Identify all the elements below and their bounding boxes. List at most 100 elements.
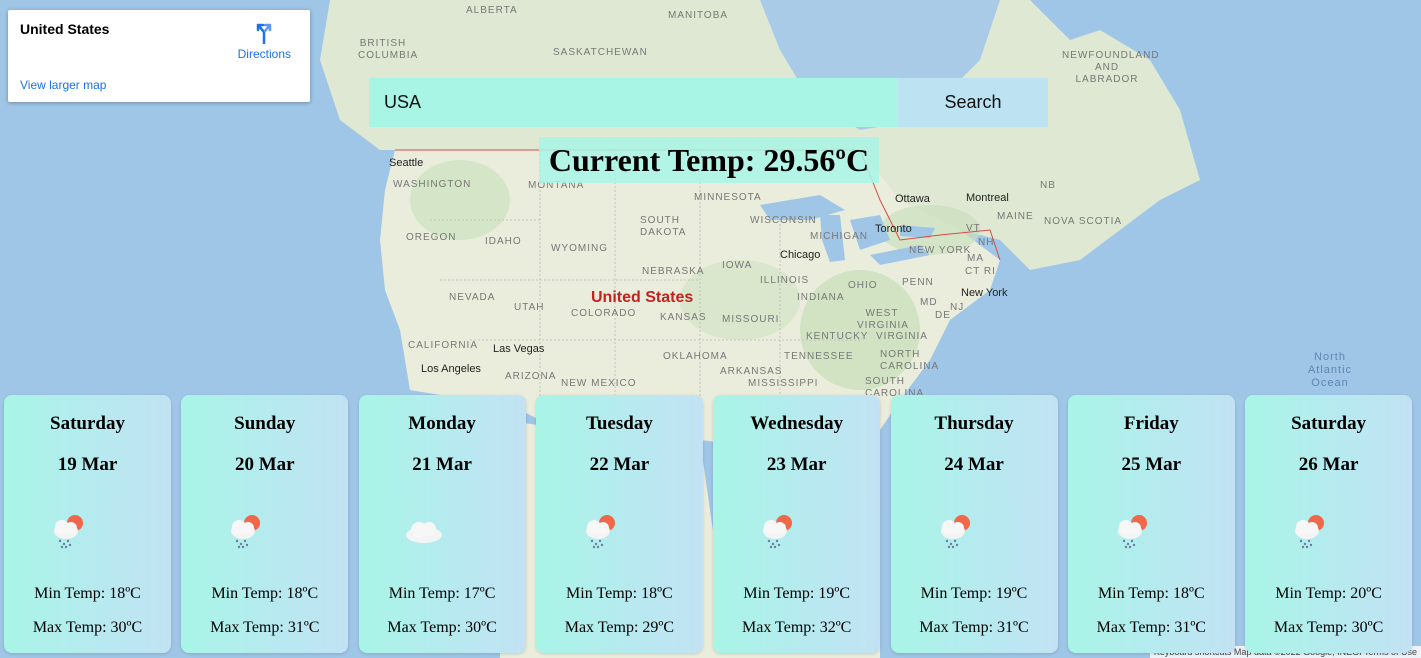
map-label-ohio: OHIO bbox=[848, 280, 878, 291]
rain-sun-icon bbox=[1112, 509, 1154, 551]
map-label-ct-ri: CT RI bbox=[965, 266, 996, 277]
map-label-british-columbia: BRITISH COLUMBIA bbox=[358, 38, 419, 61]
map-city-ottawa: Ottawa bbox=[895, 193, 930, 205]
place-name: United States bbox=[20, 21, 110, 37]
forecast-card: Saturday 19 Mar Min Temp: 18ºC Max Temp: 30… bbox=[4, 395, 171, 653]
map-place-card: United States Directions View larger map bbox=[8, 10, 310, 102]
forecast-day: Saturday bbox=[1291, 413, 1367, 434]
map-label-nj: NJ bbox=[950, 302, 965, 313]
forecast-min-temp: Min Temp: 18ºC bbox=[34, 585, 141, 602]
map-label-kentucky: KENTUCKY bbox=[806, 331, 869, 342]
map-ocean-label: North Atlantic Ocean bbox=[1307, 351, 1353, 389]
map-label-south-dakota: SOUTH DAKOTA bbox=[640, 215, 687, 238]
forecast-min-temp: Min Temp: 17ºC bbox=[388, 585, 496, 602]
rain-sun-icon bbox=[48, 509, 90, 551]
forecast-min-temp: Min Temp: 19ºC bbox=[743, 585, 851, 602]
map-label-nebraska: NEBRASKA bbox=[642, 266, 705, 277]
forecast-card: Saturday 26 Mar Min Temp: 20ºC Max Temp: 30… bbox=[1245, 395, 1413, 653]
view-larger-map-link[interactable]: View larger map bbox=[20, 78, 106, 92]
map-city-chicago: Chicago bbox=[780, 249, 821, 261]
cloud-icon bbox=[403, 509, 445, 551]
forecast-card: Friday 25 Mar Min Temp: 18ºC Max Temp: 31ºC bbox=[1067, 395, 1235, 653]
map-label-de: DE bbox=[935, 310, 951, 321]
map-label-iowa: IOWA bbox=[722, 260, 753, 271]
forecast-date: 20 Mar bbox=[234, 454, 295, 475]
rain-sun-icon bbox=[935, 509, 977, 551]
forecast-max-temp: Max Temp: 32ºC bbox=[742, 619, 852, 636]
map-label-oklahoma: OKLAHOMA bbox=[663, 351, 728, 362]
forecast-date: 26 Mar bbox=[1298, 454, 1359, 475]
map-label-new-york-state: NEW YORK bbox=[909, 245, 972, 256]
map-city-toronto: Toronto bbox=[875, 223, 912, 235]
forecast-date: 19 Mar bbox=[57, 454, 118, 475]
map-label-north-carolina: NORTH CAROLINA bbox=[880, 349, 940, 372]
forecast-day: Monday bbox=[408, 413, 476, 434]
forecast-min-temp: Min Temp: 20ºC bbox=[1275, 585, 1382, 602]
map-country-label: United States bbox=[591, 289, 694, 306]
forecast-day: Thursday bbox=[934, 413, 1014, 434]
directions-label: Directions bbox=[237, 47, 291, 61]
map-label-maine: MAINE bbox=[997, 211, 1034, 222]
forecast-min-temp: Min Temp: 19ºC bbox=[920, 585, 1028, 602]
forecast-max-temp: Max Temp: 30ºC bbox=[1273, 619, 1384, 636]
directions-button[interactable]: Directions bbox=[238, 22, 291, 61]
rain-sun-icon bbox=[1289, 509, 1331, 551]
map-label-ma: MA bbox=[967, 253, 984, 264]
forecast-card: Tuesday 22 Mar Min Temp: 18ºC Max Temp: 29º… bbox=[535, 395, 703, 653]
rain-sun-icon bbox=[757, 509, 799, 551]
map-label-washington: WASHINGTON bbox=[393, 179, 472, 190]
forecast-day: Friday bbox=[1123, 413, 1179, 434]
forecast-min-temp: Min Temp: 18ºC bbox=[566, 585, 673, 602]
forecast-max-temp: Max Temp: 31ºC bbox=[210, 619, 320, 636]
map-label-indiana: INDIANA bbox=[797, 292, 845, 303]
forecast-card: Monday 21 Mar Min Temp: 17ºC Max Temp: 30ºC bbox=[358, 395, 526, 653]
map-label-tennessee: TENNESSEE bbox=[784, 351, 854, 362]
forecast-date: 24 Mar bbox=[944, 454, 1004, 475]
map-label-wisconsin: WISCONSIN bbox=[750, 215, 817, 226]
map-city-montreal: Montreal bbox=[966, 192, 1009, 204]
map-city-seattle: Seattle bbox=[389, 157, 424, 169]
map-label-saskatchewan: SASKATCHEWAN bbox=[553, 47, 648, 58]
map-label-west-virginia: WEST VIRGINIA bbox=[857, 308, 909, 331]
forecast-min-temp: Min Temp: 18ºC bbox=[1097, 585, 1205, 602]
forecast-date: 22 Mar bbox=[589, 454, 650, 475]
forecast-date: 21 Mar bbox=[412, 454, 472, 475]
search-input[interactable] bbox=[369, 78, 898, 127]
map-label-penn: PENN bbox=[902, 277, 934, 288]
map-label-md: MD bbox=[920, 297, 938, 308]
directions-icon bbox=[257, 23, 272, 44]
map-label-manitoba: MANITOBA bbox=[668, 10, 729, 21]
forecast-max-temp: Max Temp: 29ºC bbox=[564, 619, 675, 636]
map-label-nh: NH bbox=[978, 237, 995, 248]
forecast-card: Wednesday 23 Mar Min Temp: 19ºC Max Temp: 3… bbox=[713, 395, 881, 653]
map-label-minnesota: MINNESOTA bbox=[694, 192, 762, 203]
map-label-vt: VT bbox=[966, 223, 981, 234]
map-label-nb: NB bbox=[1040, 180, 1056, 191]
map-label-nevada: NEVADA bbox=[449, 292, 496, 303]
forecast-card: Thursday 24 Mar Min Temp: 19ºC Max Temp: 31… bbox=[890, 395, 1058, 653]
rain-sun-icon bbox=[580, 509, 622, 551]
current-temp: Current Temp: 29.56ºC bbox=[539, 137, 879, 183]
map-label-michigan: MICHIGAN bbox=[810, 231, 868, 242]
forecast-min-temp: Min Temp: 18ºC bbox=[211, 585, 319, 602]
forecast-day: Tuesday bbox=[585, 413, 653, 434]
map-label-missouri: MISSOURI bbox=[722, 314, 780, 325]
map-label-alberta: ALBERTA bbox=[466, 5, 518, 16]
map-label-wyoming: WYOMING bbox=[551, 243, 608, 254]
map-label-arkansas: ARKANSAS bbox=[720, 366, 783, 377]
map-label-kansas: KANSAS bbox=[660, 312, 707, 323]
map-label-idaho: IDAHO bbox=[485, 236, 522, 247]
map-label-newfoundland: NEWFOUNDLAND AND LABRADOR bbox=[1062, 50, 1160, 85]
map-label-illinois: ILLINOIS bbox=[760, 275, 810, 286]
map-label-utah: UTAH bbox=[514, 302, 545, 313]
forecast-day: Wednesday bbox=[750, 413, 844, 434]
forecast-max-temp: Max Temp: 30ºC bbox=[387, 619, 497, 636]
forecast-max-temp: Max Temp: 30ºC bbox=[32, 619, 143, 636]
forecast-date: 25 Mar bbox=[1121, 454, 1182, 475]
forecast-day: Sunday bbox=[234, 413, 296, 434]
map-label-mississippi: MISSISSIPPI bbox=[748, 378, 819, 389]
forecast-date: 23 Mar bbox=[766, 454, 827, 475]
rain-sun-icon bbox=[225, 509, 267, 551]
search-button[interactable]: Search bbox=[898, 78, 1048, 127]
map-label-arizona: ARIZONA bbox=[505, 371, 557, 382]
